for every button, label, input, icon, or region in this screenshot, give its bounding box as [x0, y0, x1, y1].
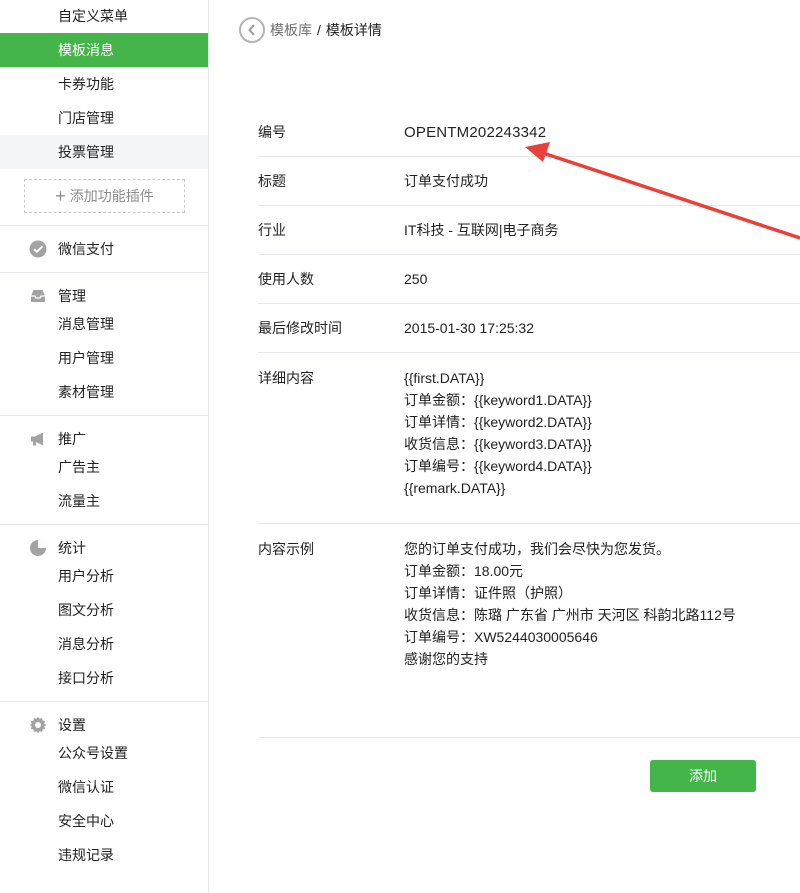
sidebar-item-user-manage[interactable]: 用户管理 [0, 341, 208, 375]
sidebar-item-store-manage[interactable]: 门店管理 [0, 101, 208, 135]
manage-title: 管理 [58, 288, 86, 304]
add-plugin-button[interactable]: + 添加功能插件 [24, 179, 185, 213]
chevron-left-icon [248, 24, 255, 36]
sidebar-item-message-analysis[interactable]: 消息分析 [0, 627, 208, 661]
sidebar-item-wechat-verify[interactable]: 微信认证 [0, 770, 208, 804]
example-line: 订单金额：18.00元 [404, 563, 524, 579]
sidebar-item-material-manage[interactable]: 素材管理 [0, 375, 208, 409]
gear-icon [29, 716, 47, 734]
template-id-value: OPENTM202243342 [404, 123, 547, 141]
template-title-value: 订单支付成功 [404, 173, 488, 189]
sidebar-item-wechat-pay[interactable]: 微信支付 [0, 226, 208, 272]
main-content: 模板库 / 模板详情 编号 OPENTM202243342 标题 订单支付成功 … [209, 0, 800, 893]
detail-label: 标题 [258, 173, 286, 189]
megaphone-icon [31, 432, 43, 446]
sidebar: 自定义菜单 模板消息 卡券功能 门店管理 投票管理 + 添加功能插件 微信支付 管… [0, 0, 209, 893]
content-line: 收货信息：{{keyword3.DATA}} [404, 436, 592, 452]
add-template-button[interactable]: 添加 [650, 760, 756, 792]
promote-title: 推广 [58, 431, 86, 447]
content-line: 订单详情：{{keyword2.DATA}} [404, 414, 592, 430]
template-example-value: 您的订单支付成功，我们会尽快为您发货。 订单金额：18.00元 订单详情：证件照… [404, 538, 800, 737]
stats-title: 统计 [58, 540, 86, 556]
sidebar-item-api-analysis[interactable]: 接口分析 [0, 661, 208, 695]
template-industry-value: IT科技 - 互联网|电子商务 [404, 222, 559, 238]
detail-row-users: 使用人数 250 [258, 255, 800, 304]
detail-label: 最后修改时间 [258, 320, 342, 336]
sidebar-item-template-message[interactable]: 模板消息 [0, 33, 208, 67]
breadcrumb: 模板库 / 模板详情 [239, 17, 382, 43]
content-line: 订单编号：{{keyword4.DATA}} [404, 458, 592, 474]
breadcrumb-template-library[interactable]: 模板库 [270, 20, 312, 40]
detail-label: 使用人数 [258, 271, 314, 287]
section-promote: 推广 [0, 416, 208, 462]
detail-label: 行业 [258, 222, 286, 238]
back-button[interactable] [239, 17, 265, 43]
wechat-pay-label: 微信支付 [58, 241, 114, 257]
sidebar-item-custom-menu[interactable]: 自定义菜单 [0, 0, 208, 33]
sidebar-item-violation-record[interactable]: 违规记录 [0, 838, 208, 872]
content-line: 订单金额：{{keyword1.DATA}} [404, 392, 592, 408]
add-plugin-label: 添加功能插件 [69, 188, 154, 204]
inbox-icon [31, 290, 45, 302]
sidebar-item-publisher[interactable]: 流量主 [0, 484, 208, 518]
sidebar-item-card-coupon[interactable]: 卡券功能 [0, 67, 208, 101]
breadcrumb-current: 模板详情 [325, 22, 382, 38]
content-line: {{first.DATA}} [404, 370, 485, 386]
detail-row-id: 编号 OPENTM202243342 [258, 108, 800, 157]
detail-label: 详细内容 [258, 370, 314, 386]
detail-label: 编号 [258, 124, 286, 140]
sidebar-item-vote-manage[interactable]: 投票管理 [0, 135, 208, 169]
example-line: 订单详情：证件照（护照） [404, 585, 572, 601]
example-line: 您的订单支付成功，我们会尽快为您发货。 [404, 541, 670, 557]
wechat-pay-icon [29, 240, 47, 258]
pie-chart-icon [30, 540, 46, 556]
plus-icon: + [55, 186, 66, 206]
detail-label: 内容示例 [258, 541, 314, 557]
example-line: 感谢您的支持 [404, 651, 488, 667]
example-line: 收货信息：陈璐 广东省 广州市 天河区 科韵北路112号 [404, 607, 736, 623]
template-modified-value: 2015-01-30 17:25:32 [404, 320, 534, 336]
section-manage: 管理 [0, 273, 208, 319]
content-line: {{remark.DATA}} [404, 480, 506, 496]
detail-row-modified: 最后修改时间 2015-01-30 17:25:32 [258, 304, 800, 353]
section-settings: 设置 [0, 702, 208, 748]
detail-row-example: 内容示例 您的订单支付成功，我们会尽快为您发货。 订单金额：18.00元 订单详… [258, 524, 800, 738]
example-line: 订单编号：XW5244030005646 [404, 629, 598, 645]
breadcrumb-separator: / [317, 22, 321, 38]
template-detail-table: 编号 OPENTM202243342 标题 订单支付成功 行业 IT科技 - 互… [258, 108, 800, 738]
settings-title: 设置 [58, 717, 86, 733]
detail-row-title: 标题 订单支付成功 [258, 157, 800, 206]
section-stats: 统计 [0, 525, 208, 571]
sidebar-item-security-center[interactable]: 安全中心 [0, 804, 208, 838]
template-users-value: 250 [404, 271, 428, 287]
sidebar-item-article-analysis[interactable]: 图文分析 [0, 593, 208, 627]
detail-row-content: 详细内容 {{first.DATA}} 订单金额：{{keyword1.DATA… [258, 353, 800, 524]
detail-row-industry: 行业 IT科技 - 互联网|电子商务 [258, 206, 800, 255]
template-content-value: {{first.DATA}} 订单金额：{{keyword1.DATA}} 订单… [404, 367, 800, 523]
